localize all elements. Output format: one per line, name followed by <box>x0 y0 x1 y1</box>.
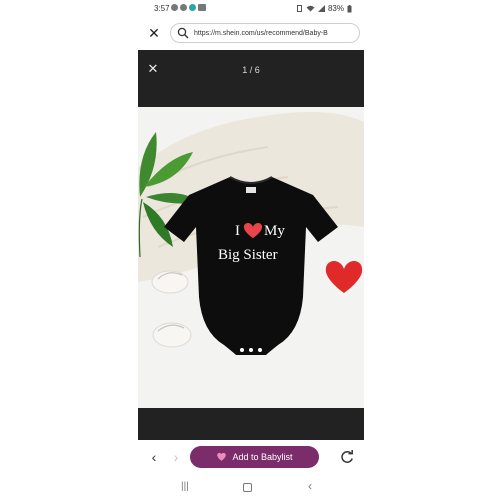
viewer-footer <box>138 408 364 440</box>
home-icon[interactable] <box>243 483 252 492</box>
print-line1-left: I <box>235 223 240 239</box>
add-to-babylist-button[interactable]: Add to Babylist <box>190 446 319 468</box>
notification-icons <box>171 4 206 11</box>
system-back-icon[interactable]: ‹ <box>308 479 312 493</box>
forward-arrow-icon[interactable]: › <box>170 450 182 464</box>
url-text: https://m.shein.com/us/recommend/Baby-B <box>194 29 328 37</box>
image-notification-icon <box>198 4 206 11</box>
viewer-header: ✕ 1 / 6 <box>138 50 364 107</box>
image-counter: 1 / 6 <box>242 65 260 75</box>
status-time: 3:57 <box>154 4 170 13</box>
browser-toolbar: ✕ https://m.shein.com/us/recommend/Baby-… <box>138 22 364 46</box>
image-viewer: ✕ 1 / 6 I My Big Sister <box>138 50 364 440</box>
reload-icon[interactable] <box>339 449 355 465</box>
search-icon <box>177 27 189 39</box>
vibrate-icon <box>296 5 302 12</box>
url-bar[interactable]: https://m.shein.com/us/recommend/Baby-B <box>170 23 360 43</box>
signal-icon <box>317 5 325 12</box>
battery-percent: 83% <box>327 4 344 13</box>
print-line1-right: My <box>264 223 285 239</box>
recents-icon[interactable]: ||| <box>181 481 189 492</box>
back-arrow-icon[interactable]: ‹ <box>148 450 160 464</box>
battery-icon <box>347 4 352 12</box>
heart-icon <box>217 452 227 461</box>
notification-icon <box>180 4 187 11</box>
close-icon[interactable]: ✕ <box>148 26 160 40</box>
status-bar: 3:57 83% <box>138 0 364 18</box>
browser-bottom-bar: ‹ › Add to Babylist <box>138 440 364 476</box>
product-image[interactable]: I My Big Sister <box>138 107 364 408</box>
notification-icon <box>171 4 178 11</box>
baby-shoe <box>152 322 192 348</box>
product-photo-illustration: I My Big Sister <box>138 107 364 408</box>
baby-shoe <box>151 270 189 294</box>
status-right: 83% <box>296 4 352 13</box>
system-navigation-bar: ||| ‹ <box>138 478 364 498</box>
wifi-icon <box>306 5 315 12</box>
print-line2: Big Sister <box>218 247 278 263</box>
app-notification-icon <box>189 4 196 11</box>
phone-screen: 3:57 83% ✕ https://m.shein.com/us/recomm… <box>138 0 364 500</box>
add-to-babylist-label: Add to Babylist <box>232 452 293 462</box>
